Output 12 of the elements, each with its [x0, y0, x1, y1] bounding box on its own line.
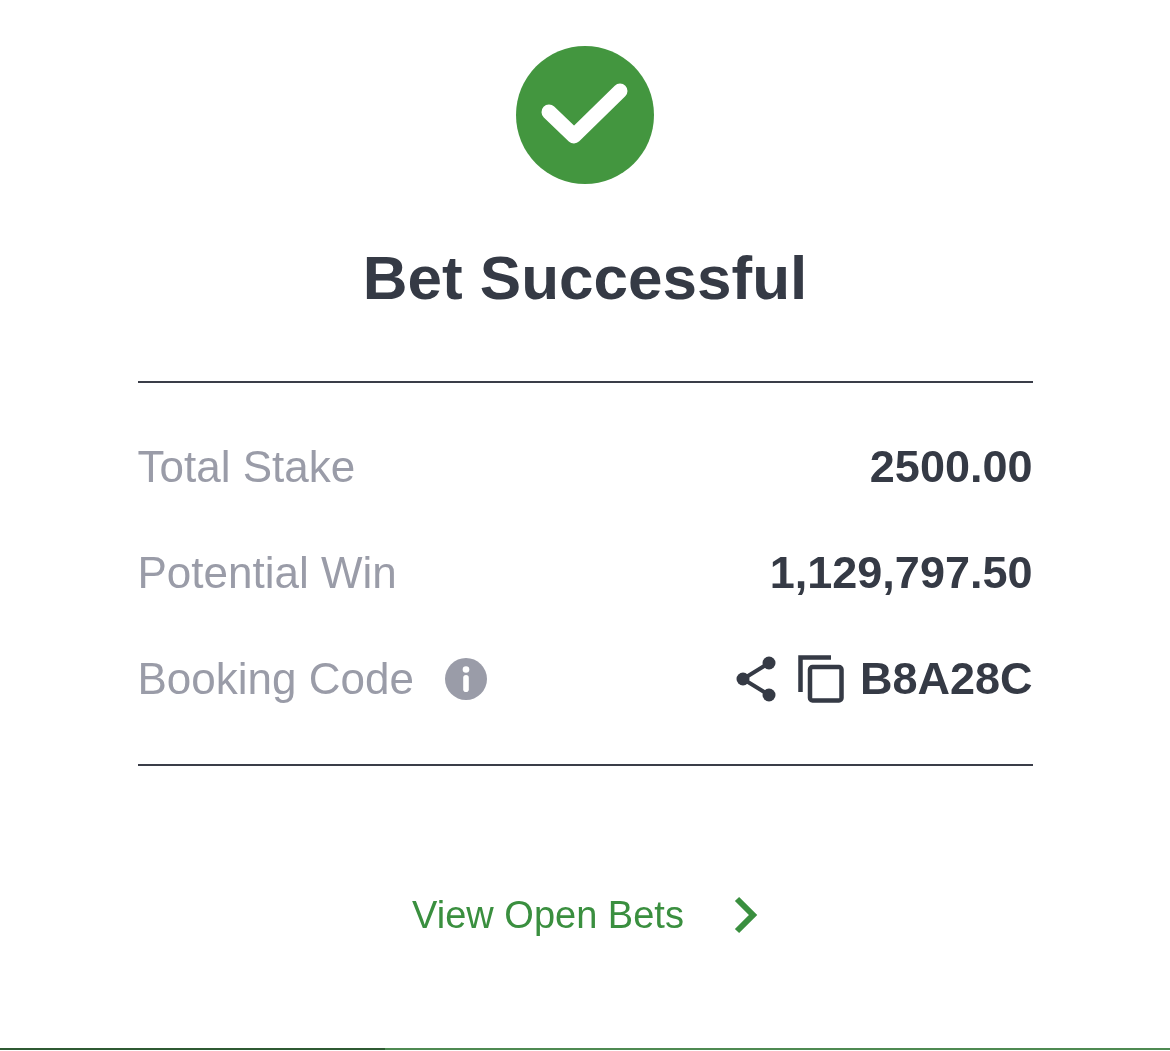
summary-value: 2500.00: [869, 442, 1033, 492]
info-icon[interactable]: [444, 658, 487, 700]
summary-value: 1,129,797.50: [769, 548, 1033, 598]
summary-label: Potential Win: [137, 548, 397, 598]
share-icon[interactable]: [735, 656, 776, 702]
copy-icon[interactable]: [797, 655, 844, 703]
status-title: Bet Successful: [362, 242, 808, 314]
chevron-right-icon[interactable]: [733, 896, 758, 934]
summary-label: Total Stake: [137, 442, 356, 492]
booking-code: B8A28C: [859, 654, 1033, 704]
view-open-bets-link[interactable]: View Open Bets: [412, 892, 758, 938]
summary-label: Booking Code: [137, 654, 414, 704]
